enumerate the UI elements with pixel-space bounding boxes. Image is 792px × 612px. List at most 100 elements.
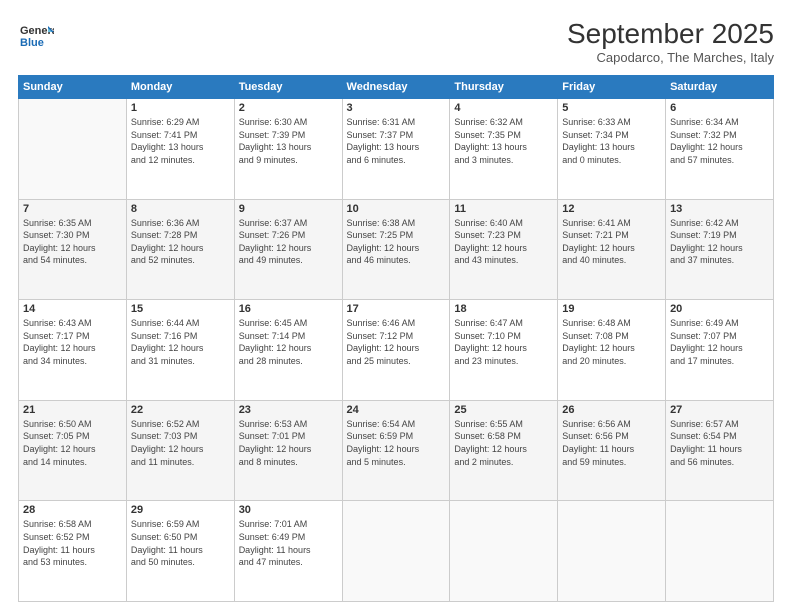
month-title: September 2025 [567,18,774,50]
day-info: Sunrise: 6:34 AMSunset: 7:32 PMDaylight:… [670,117,743,165]
table-row [558,501,666,602]
day-info: Sunrise: 6:31 AMSunset: 7:37 PMDaylight:… [347,117,420,165]
weekday-header-row: Sunday Monday Tuesday Wednesday Thursday… [19,76,774,99]
table-row: 12Sunrise: 6:41 AMSunset: 7:21 PMDayligh… [558,199,666,300]
table-row: 6 Sunrise: 6:34 AMSunset: 7:32 PMDaylight… [666,99,774,200]
calendar-week-row: 21Sunrise: 6:50 AMSunset: 7:05 PMDayligh… [19,400,774,501]
day-number: 11 [454,203,553,215]
header-sunday: Sunday [19,76,127,99]
table-row [450,501,558,602]
day-info: Sunrise: 6:44 AMSunset: 7:16 PMDaylight:… [131,318,204,366]
header-monday: Monday [126,76,234,99]
day-number: 7 [23,203,122,215]
day-number: 22 [131,404,230,416]
day-number: 13 [670,203,769,215]
day-number: 24 [347,404,446,416]
day-info: Sunrise: 6:50 AMSunset: 7:05 PMDaylight:… [23,419,96,467]
day-number: 25 [454,404,553,416]
day-number: 18 [454,303,553,315]
table-row [19,99,127,200]
day-number: 27 [670,404,769,416]
table-row: 21Sunrise: 6:50 AMSunset: 7:05 PMDayligh… [19,400,127,501]
day-number: 15 [131,303,230,315]
day-number: 16 [239,303,338,315]
table-row: 1 Sunrise: 6:29 AMSunset: 7:41 PMDaylight… [126,99,234,200]
header-saturday: Saturday [666,76,774,99]
day-number: 2 [239,102,338,114]
day-number: 28 [23,504,122,516]
table-row [342,501,450,602]
table-row: 25 Sunrise: 6:55 AMSunset: 6:58 PMDayligh… [450,400,558,501]
table-row: 28 Sunrise: 6:58 AMSunset: 6:52 PMDayligh… [19,501,127,602]
day-info: Sunrise: 6:30 AMSunset: 7:39 PMDaylight:… [239,117,312,165]
day-number: 19 [562,303,661,315]
day-info: Sunrise: 6:43 AMSunset: 7:17 PMDaylight:… [23,318,96,366]
subtitle: Capodarco, The Marches, Italy [567,50,774,65]
logo: General Blue [18,18,54,54]
logo-svg: General Blue [18,18,54,54]
header-thursday: Thursday [450,76,558,99]
day-info: Sunrise: 6:35 AMSunset: 7:30 PMDaylight:… [23,218,96,266]
table-row: 8 Sunrise: 6:36 AMSunset: 7:28 PMDaylight… [126,199,234,300]
table-row: 7 Sunrise: 6:35 AMSunset: 7:30 PMDaylight… [19,199,127,300]
table-row: 15 Sunrise: 6:44 AMSunset: 7:16 PMDayligh… [126,300,234,401]
day-number: 17 [347,303,446,315]
calendar-week-row: 28 Sunrise: 6:58 AMSunset: 6:52 PMDayligh… [19,501,774,602]
day-info: Sunrise: 6:58 AMSunset: 6:52 PMDaylight:… [23,519,95,567]
table-row: 18 Sunrise: 6:47 AMSunset: 7:10 PMDayligh… [450,300,558,401]
table-row: 4 Sunrise: 6:32 AMSunset: 7:35 PMDaylight… [450,99,558,200]
table-row: 5 Sunrise: 6:33 AMSunset: 7:34 PMDaylight… [558,99,666,200]
day-info: Sunrise: 6:54 AMSunset: 6:59 PMDaylight:… [347,419,420,467]
day-info: Sunrise: 6:53 AMSunset: 7:01 PMDaylight:… [239,419,312,467]
calendar-week-row: 1 Sunrise: 6:29 AMSunset: 7:41 PMDaylight… [19,99,774,200]
day-number: 3 [347,102,446,114]
table-row: 17 Sunrise: 6:46 AMSunset: 7:12 PMDayligh… [342,300,450,401]
day-info: Sunrise: 6:33 AMSunset: 7:34 PMDaylight:… [562,117,635,165]
day-number: 4 [454,102,553,114]
day-info: Sunrise: 6:29 AMSunset: 7:41 PMDaylight:… [131,117,204,165]
page: General Blue September 2025 Capodarco, T… [0,0,792,612]
day-info: Sunrise: 6:42 AMSunset: 7:19 PMDaylight:… [670,218,743,266]
table-row: 3 Sunrise: 6:31 AMSunset: 7:37 PMDaylight… [342,99,450,200]
day-number: 14 [23,303,122,315]
table-row: 2 Sunrise: 6:30 AMSunset: 7:39 PMDaylight… [234,99,342,200]
day-number: 6 [670,102,769,114]
day-info: Sunrise: 6:32 AMSunset: 7:35 PMDaylight:… [454,117,527,165]
header-friday: Friday [558,76,666,99]
table-row: 14 Sunrise: 6:43 AMSunset: 7:17 PMDayligh… [19,300,127,401]
day-number: 10 [347,203,446,215]
calendar-week-row: 14 Sunrise: 6:43 AMSunset: 7:17 PMDayligh… [19,300,774,401]
header-wednesday: Wednesday [342,76,450,99]
table-row: 11Sunrise: 6:40 AMSunset: 7:23 PMDayligh… [450,199,558,300]
calendar-week-row: 7 Sunrise: 6:35 AMSunset: 7:30 PMDaylight… [19,199,774,300]
day-info: Sunrise: 6:47 AMSunset: 7:10 PMDaylight:… [454,318,527,366]
day-info: Sunrise: 6:52 AMSunset: 7:03 PMDaylight:… [131,419,204,467]
day-info: Sunrise: 6:55 AMSunset: 6:58 PMDaylight:… [454,419,527,467]
table-row: 16Sunrise: 6:45 AMSunset: 7:14 PMDayligh… [234,300,342,401]
title-area: September 2025 Capodarco, The Marches, I… [567,18,774,65]
table-row: 13 Sunrise: 6:42 AMSunset: 7:19 PMDayligh… [666,199,774,300]
day-info: Sunrise: 6:38 AMSunset: 7:25 PMDaylight:… [347,218,420,266]
day-number: 12 [562,203,661,215]
table-row: 20Sunrise: 6:49 AMSunset: 7:07 PMDayligh… [666,300,774,401]
table-row: 29Sunrise: 6:59 AMSunset: 6:50 PMDayligh… [126,501,234,602]
day-info: Sunrise: 6:46 AMSunset: 7:12 PMDaylight:… [347,318,420,366]
table-row [666,501,774,602]
day-number: 23 [239,404,338,416]
day-info: Sunrise: 6:48 AMSunset: 7:08 PMDaylight:… [562,318,635,366]
day-number: 5 [562,102,661,114]
table-row: 9Sunrise: 6:37 AMSunset: 7:26 PMDaylight… [234,199,342,300]
day-number: 1 [131,102,230,114]
day-number: 9 [239,203,338,215]
table-row: 10 Sunrise: 6:38 AMSunset: 7:25 PMDayligh… [342,199,450,300]
day-info: Sunrise: 7:01 AMSunset: 6:49 PMDaylight:… [239,519,311,567]
day-number: 8 [131,203,230,215]
header: General Blue September 2025 Capodarco, T… [18,18,774,65]
header-tuesday: Tuesday [234,76,342,99]
day-info: Sunrise: 6:49 AMSunset: 7:07 PMDaylight:… [670,318,743,366]
svg-text:Blue: Blue [20,37,44,49]
day-number: 30 [239,504,338,516]
day-info: Sunrise: 6:36 AMSunset: 7:28 PMDaylight:… [131,218,204,266]
table-row: 23 Sunrise: 6:53 AMSunset: 7:01 PMDayligh… [234,400,342,501]
day-info: Sunrise: 6:56 AMSunset: 6:56 PMDaylight:… [562,419,634,467]
